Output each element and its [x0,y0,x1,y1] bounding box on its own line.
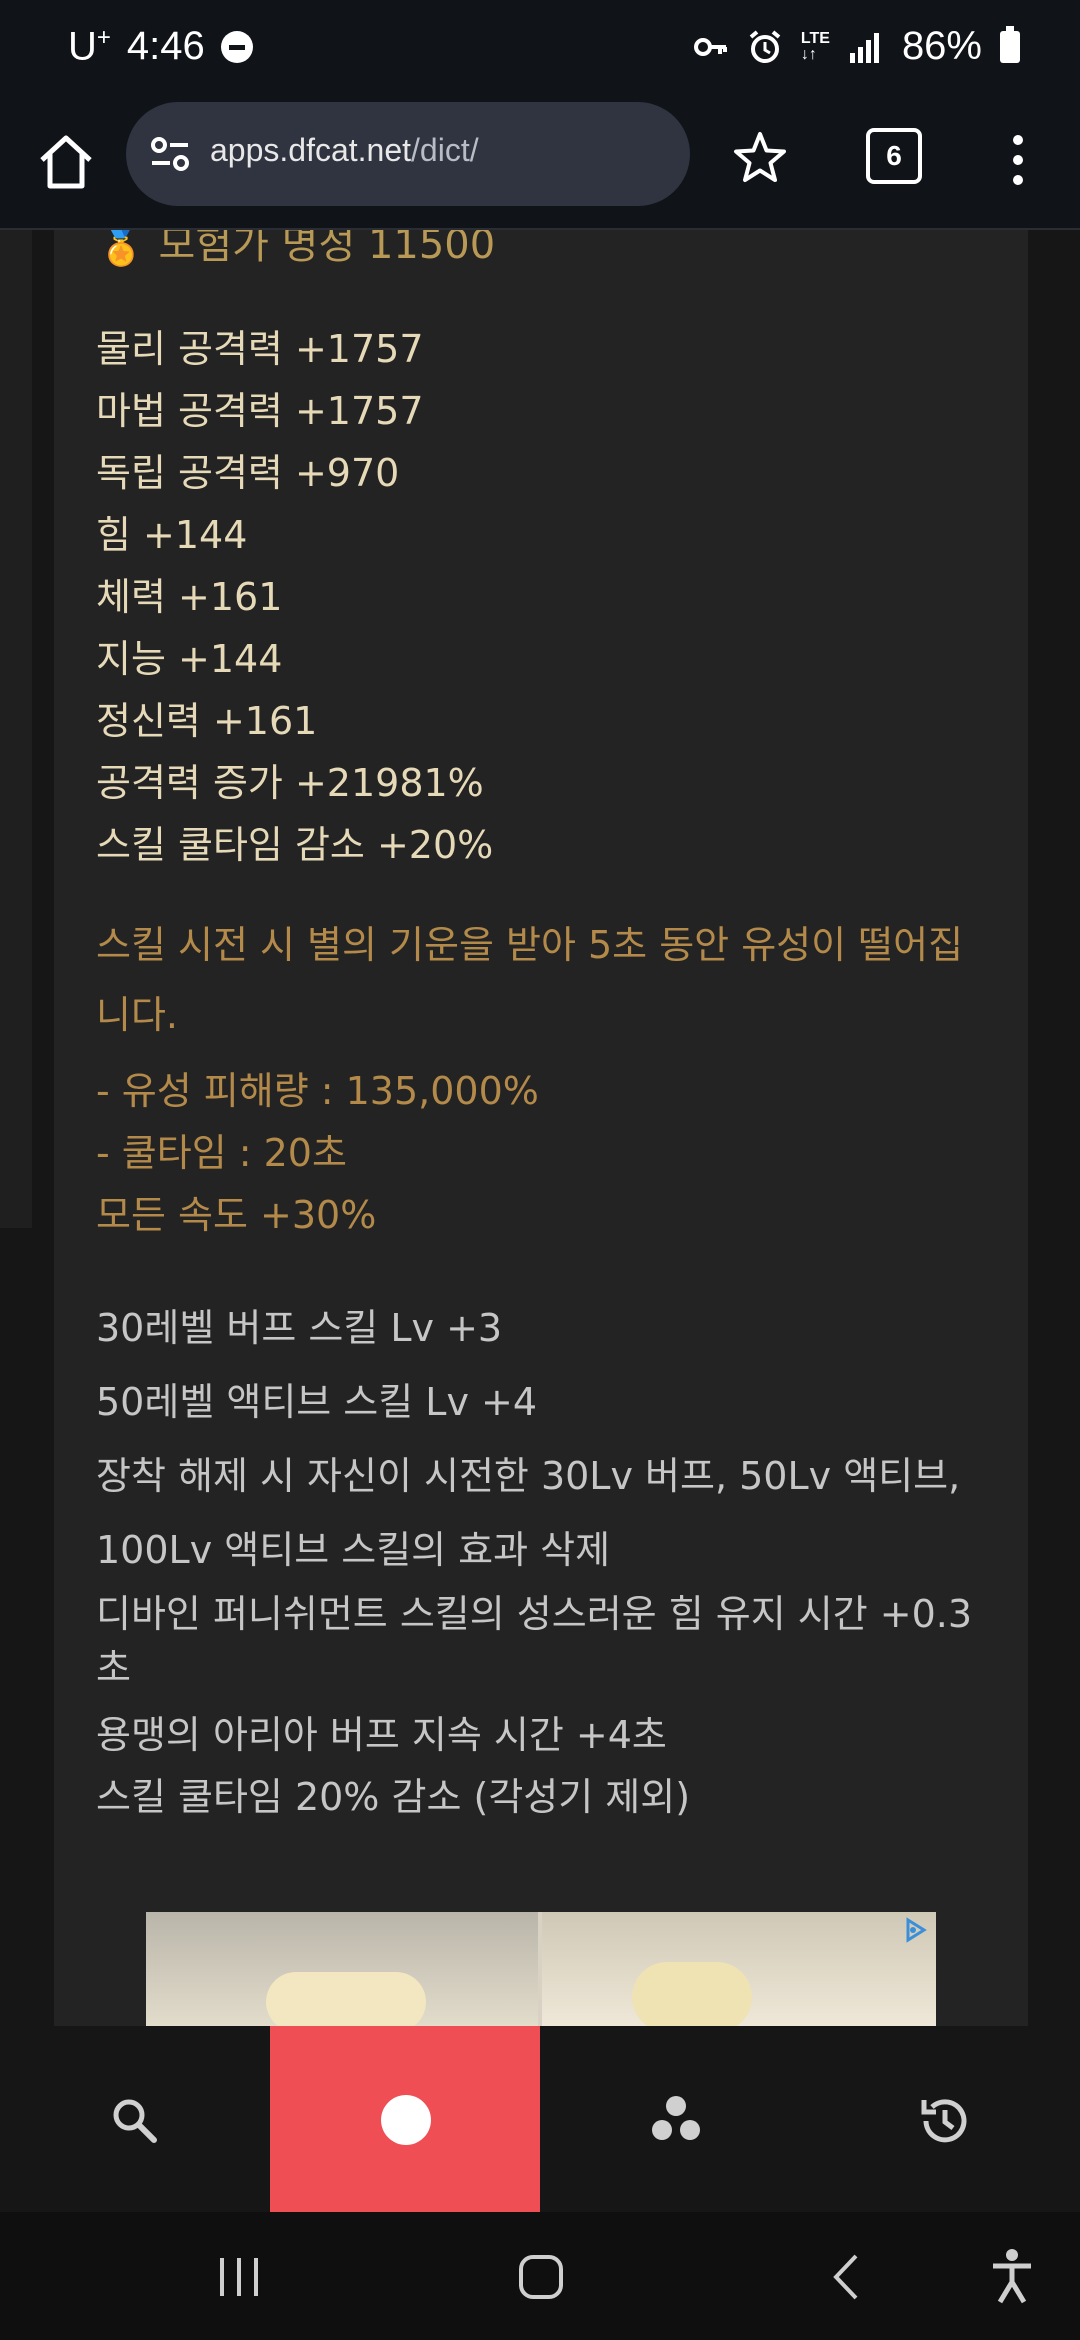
status-right: LTE ↓↑ 86% [693,24,1020,69]
stat-attack-increase: 공격력 증가 +21981% [96,761,484,805]
nav-history-button[interactable] [810,2026,1080,2212]
left-panel-edge [0,230,32,1228]
stat-cooldown-reduction: 스킬 쿨타임 감소 +20% [96,823,494,867]
history-icon [921,2099,967,2143]
recent-apps-icon[interactable] [216,2256,262,2298]
stat-spirit: 정신력 +161 [96,699,318,743]
circle-icon [381,2095,431,2145]
dots-group-icon [652,2096,700,2140]
stat-magic-attack: 마법 공격력 +1757 [96,389,424,433]
nav-search-button[interactable] [0,2026,270,2212]
extra-line: 50레벨 액티브 스킬 Lv +4 [96,1380,538,1424]
system-navigation-bar [0,2212,1080,2340]
extra-line: 30레벨 버프 스킬 Lv +3 [96,1306,503,1350]
accessibility-icon[interactable] [990,2248,1034,2304]
signal-icon [849,32,879,63]
web-page[interactable]: 🏅 모험가 명성 11500 물리 공격력 +1757 마법 공격력 +1757… [0,230,1080,2026]
option-cooldown: - 쿨타임 : 20초 [96,1131,347,1175]
vpn-key-icon [693,37,727,56]
medal-icon: 🏅 [96,230,146,268]
battery-icon [1000,25,1020,63]
site-settings-icon[interactable] [150,134,190,174]
bottom-navigation [0,2026,1080,2212]
back-icon[interactable] [828,2252,862,2302]
status-left: U+ 4:46 [68,24,253,69]
ad-image-left [146,1912,538,2026]
ad-choices-icon[interactable] [902,1916,930,1944]
stat-independent-attack: 독립 공격력 +970 [96,451,400,495]
do-not-disturb-icon [220,30,253,63]
carrier-label: U+ [68,24,111,69]
stat-physical-attack: 물리 공격력 +1757 [96,327,424,371]
extra-line: 장착 해제 시 자신이 시전한 30Lv 버프, 50Lv 액티브, [96,1454,961,1498]
battery-percent: 86% [901,24,982,68]
address-bar[interactable]: apps.dfcat.net/dict/ [126,102,690,206]
extra-line: 스킬 쿨타임 20% 감소 (각성기 제외) [96,1775,691,1819]
ad-image-right [542,1912,936,2026]
status-bar: U+ 4:46 LTE ↓↑ 86% [0,0,1080,100]
stat-intelligence: 지능 +144 [96,637,283,681]
stat-strength: 힘 +144 [96,513,248,557]
browser-toolbar: apps.dfcat.net/dict/ 6 [0,100,1080,230]
option-speed: 모든 속도 +30% [96,1193,377,1237]
more-vert-icon[interactable] [1000,130,1036,190]
tab-switcher-button[interactable]: 6 [866,128,922,184]
option-damage: - 유성 피해량 : 135,000% [96,1069,539,1113]
network-type: LTE ↓↑ [800,29,830,63]
ad-banner[interactable] [146,1912,936,2026]
home-icon[interactable] [34,130,98,194]
star-icon[interactable] [730,128,790,188]
extra-line: 디바인 퍼니쉬먼트 스킬의 성스러운 힘 유지 시간 +0.3 [96,1592,973,1636]
nav-group-button[interactable] [540,2026,810,2212]
extra-line: 용맹의 아리아 버프 지속 시간 +4초 [96,1713,667,1757]
alarm-icon [749,29,781,63]
nav-record-button[interactable] [270,2026,540,2212]
url-text[interactable]: apps.dfcat.net/dict/ [210,132,479,169]
home-nav-icon[interactable] [518,2254,564,2300]
option-description: 스킬 시전 시 별의 기운을 받아 5초 동안 유성이 떨어집니다. [96,923,964,1037]
clock: 4:46 [126,24,205,69]
stat-list: 물리 공격력 +1757 마법 공격력 +1757 독립 공격력 +970 힘 … [96,318,493,876]
extra-line: 100Lv 액티브 스킬의 효과 삭제 [96,1528,611,1572]
clipped-stat-line: 🏅 모험가 명성 11500 [96,230,495,270]
search-icon [113,2099,157,2143]
extra-line: 초 [96,1646,131,1690]
stat-vitality: 체력 +161 [96,575,283,619]
